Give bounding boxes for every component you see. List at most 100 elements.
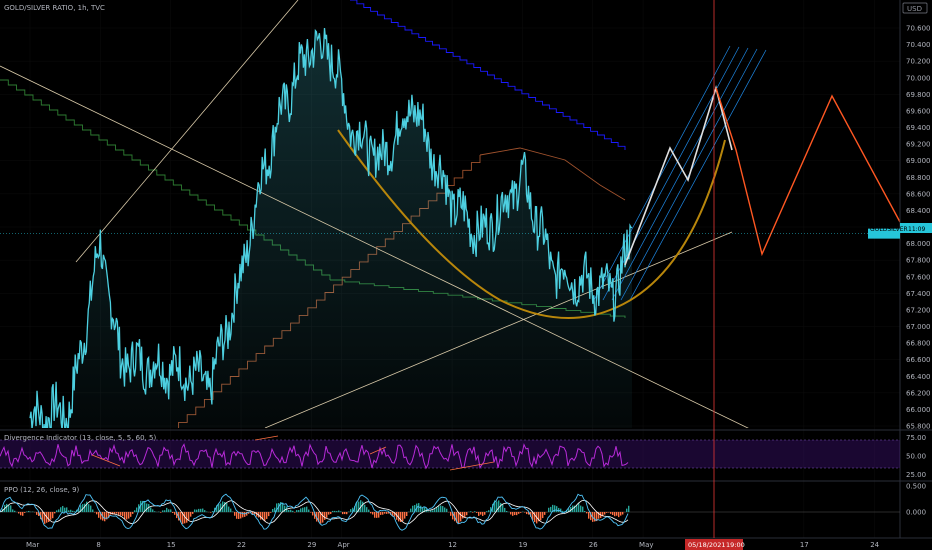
ppo-hist-bar bbox=[120, 512, 122, 516]
price-tick-label: 69.800 bbox=[906, 91, 931, 99]
ppo-hist-bar bbox=[350, 509, 352, 513]
ppo-hist-bar bbox=[526, 512, 528, 515]
ppo-hist-bar bbox=[330, 512, 332, 514]
ppo-hist-bar bbox=[270, 512, 272, 513]
ppo-hist-bar bbox=[304, 507, 306, 513]
ppo-hist-bar bbox=[274, 507, 276, 513]
ppo-hist-bar bbox=[364, 504, 366, 513]
ppo-hist-bar bbox=[198, 508, 200, 513]
time-tick-label: 24 bbox=[870, 541, 879, 549]
ppo-hist-bar bbox=[118, 512, 120, 515]
ppo-tick-label: 0.000 bbox=[906, 509, 926, 517]
ppo-hist-bar bbox=[54, 512, 56, 514]
ppo-hist-bar bbox=[620, 512, 622, 516]
ppo-hist-bar bbox=[92, 509, 94, 513]
ppo-hist-bar bbox=[284, 505, 286, 513]
ppo-hist-bar bbox=[340, 511, 342, 513]
ppo-hist-bar bbox=[268, 512, 270, 517]
ppo-hist-bar bbox=[122, 512, 124, 517]
ppo-hist-bar bbox=[134, 510, 136, 513]
price-tick-label: 70.200 bbox=[906, 58, 931, 66]
ppo-hist-bar bbox=[542, 512, 544, 519]
time-axis[interactable]: Mar 8 15 22 29 Apr 12 19 26 May 17 24 bbox=[26, 541, 880, 549]
ppo-hist-bar bbox=[90, 505, 92, 513]
ppo-hist-bar bbox=[628, 505, 630, 513]
divergence-tick-label: 50.00 bbox=[906, 453, 926, 461]
ppo-hist-bar bbox=[410, 508, 412, 513]
ppo-hist-bar bbox=[88, 504, 90, 513]
ppo-hist-bar bbox=[164, 510, 166, 513]
ppo-hist-bar bbox=[498, 500, 500, 513]
price-tick-label: 69.000 bbox=[906, 157, 931, 165]
price-tick-label: 66.800 bbox=[906, 340, 931, 348]
ppo-hist-bar bbox=[196, 509, 198, 513]
ppo-hist-bar bbox=[434, 509, 436, 513]
price-tick-label: 66.200 bbox=[906, 389, 931, 397]
ppo-hist-bar bbox=[376, 512, 378, 518]
ppo-hist-bar bbox=[236, 512, 238, 519]
ppo-hist-bar bbox=[194, 509, 196, 513]
ppo-hist-bar bbox=[322, 512, 324, 523]
ppo-hist-bar bbox=[484, 512, 486, 515]
time-tick-label: 29 bbox=[307, 541, 316, 549]
ppo-hist-bar bbox=[342, 512, 344, 515]
ppo-hist-bar bbox=[472, 512, 474, 513]
ppo-hist-bar bbox=[502, 504, 504, 513]
ppo-hist-bar bbox=[128, 512, 130, 519]
ppo-hist-bar bbox=[406, 512, 408, 516]
ppo-hist-bar bbox=[124, 512, 126, 519]
price-tick-label: 69.400 bbox=[906, 124, 931, 132]
ppo-hist-bar bbox=[556, 506, 558, 513]
ppo-hist-bar bbox=[332, 510, 334, 513]
price-tick-label: 67.200 bbox=[906, 306, 931, 314]
ppo-hist-bar bbox=[186, 512, 188, 523]
ppo-hist-bar bbox=[206, 511, 208, 513]
time-tick-label: Apr bbox=[338, 541, 350, 549]
ppo-hist-bar bbox=[160, 512, 162, 513]
ppo-hist-bar bbox=[558, 507, 560, 513]
ppo-hist-bar bbox=[8, 504, 10, 513]
ppo-hist-bar bbox=[328, 512, 330, 515]
chart-canvas[interactable]: 70.600 70.400 70.200 70.000 69.800 69.600 69.4… bbox=[0, 0, 932, 550]
ppo-hist-bar bbox=[64, 507, 66, 513]
ppo-axis[interactable]: 0.500 0.000 bbox=[906, 483, 926, 517]
ppo-hist-bar bbox=[336, 511, 338, 513]
time-tick-label: 12 bbox=[448, 541, 457, 549]
ppo-hist-bar bbox=[312, 512, 314, 516]
ppo-hist-bar bbox=[428, 511, 430, 513]
ppo-hist-bar bbox=[212, 511, 214, 513]
time-tick-label: 15 bbox=[167, 541, 176, 549]
ppo-hist-bar bbox=[116, 512, 118, 514]
ppo-hist-bar bbox=[324, 512, 326, 520]
price-tick-label: 68.000 bbox=[906, 240, 931, 248]
price-tick-label: 70.400 bbox=[906, 41, 931, 49]
time-tick-label: 17 bbox=[800, 541, 809, 549]
price-tick-label: 68.600 bbox=[906, 190, 931, 198]
ppo-hist-bar bbox=[230, 508, 232, 513]
ppo-hist-bar bbox=[580, 505, 582, 513]
divergence-axis[interactable]: 75.00 50.00 25.00 bbox=[906, 434, 926, 479]
ppo-hist-bar bbox=[234, 512, 236, 516]
ppo-hist-bar bbox=[618, 512, 620, 518]
symbol-title: GOLD/SILVER RATIO, 1h, TVC bbox=[4, 4, 105, 12]
ppo-hist-bar bbox=[162, 510, 164, 513]
ppo-hist-bar bbox=[548, 507, 550, 513]
ppo-hist-bar bbox=[622, 512, 624, 515]
ppo-hist-bar bbox=[346, 512, 348, 515]
crosshair-date: 05/18/2021 bbox=[688, 541, 725, 549]
ppo-hist-bar bbox=[370, 512, 372, 514]
time-tick-label: 19 bbox=[518, 541, 527, 549]
ppo-hist-bar bbox=[190, 512, 192, 517]
price-badge-countdown: 11:09 bbox=[908, 226, 925, 233]
price-tick-label: 68.800 bbox=[906, 174, 931, 182]
time-tick-label: 26 bbox=[589, 541, 598, 549]
price-tick-label: 67.600 bbox=[906, 273, 931, 281]
currency-label: USD bbox=[907, 5, 922, 13]
ppo-hist-bar bbox=[290, 509, 292, 513]
ppo-hist-bar bbox=[504, 507, 506, 513]
ppo-pane[interactable] bbox=[0, 493, 900, 531]
ppo-hist-bar bbox=[152, 509, 154, 513]
price-badge-symbol: GOLDSILVER bbox=[870, 226, 908, 233]
ppo-hist-bar bbox=[310, 512, 312, 513]
ppo-hist-bar bbox=[366, 507, 368, 513]
